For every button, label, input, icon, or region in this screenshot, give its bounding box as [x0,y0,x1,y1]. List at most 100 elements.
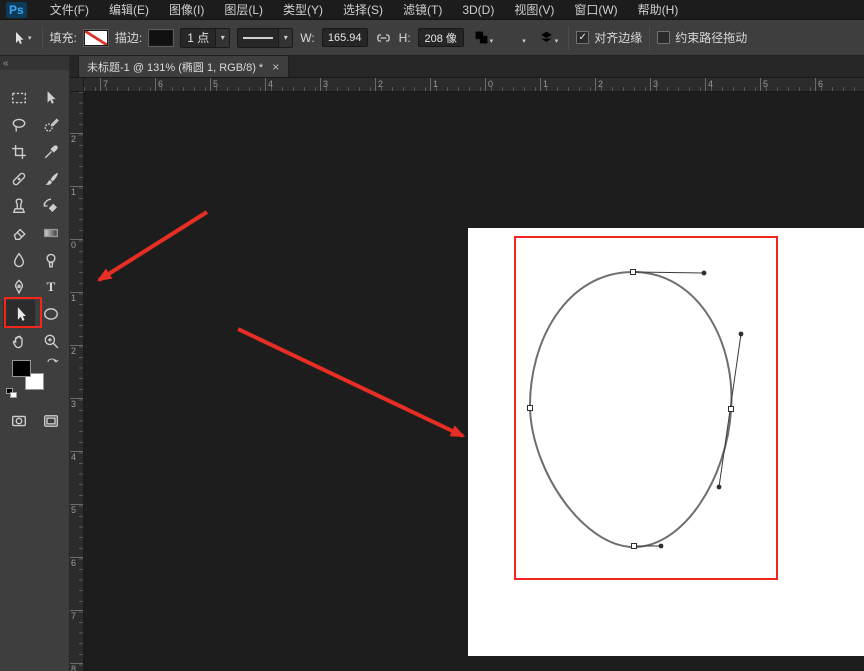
menu-item[interactable]: 帮助(H) [629,0,688,20]
chevron-down-icon: ▾ [489,38,494,45]
path-alignment-icon [508,33,520,42]
align-edges-checkbox[interactable]: ✓ [576,31,590,44]
stroke-style-dropdown[interactable]: ▾ [237,27,294,48]
tool-crop[interactable] [3,138,35,165]
chevron-down-icon[interactable]: ▾ [278,28,293,47]
default-colors-icon[interactable] [6,388,18,400]
ruler-label: 0 [70,239,83,250]
canvas-area[interactable]: 7 6 5 4 3 2 1 0 1 2 3 4 5 6 2 1 0 1 2 3 4 5 6 7 8 [70,78,864,671]
ruler-label: 4 [705,78,713,91]
tool-eyedropper[interactable] [35,138,67,165]
ruler-label: 2 [70,345,83,356]
tool-rectangular-marquee[interactable] [3,84,35,111]
chevron-down-icon[interactable]: ▾ [215,28,230,47]
width-field[interactable]: 165.94 [321,28,368,47]
close-icon[interactable]: × [271,61,280,73]
panel-header: « [0,56,69,70]
ruler-corner [70,78,84,92]
tool-hand[interactable] [3,327,35,354]
fill-label: 填充: [49,31,77,45]
menu-item[interactable]: 3D(D) [453,0,503,20]
ruler-label: 4 [70,451,83,462]
ellipse-shape-icon [44,307,58,320]
menu-item[interactable]: 图像(I) [160,0,213,20]
divider [41,25,43,50]
tool-move[interactable] [35,84,67,111]
tool-eraser[interactable] [3,219,35,246]
color-swatches [6,356,64,404]
stroke-width-dropdown[interactable]: 1 点 ▾ [180,27,231,48]
menu-item[interactable]: 文件(F) [41,0,98,20]
zoom-icon [44,334,59,348]
clone-stamp-icon [12,197,26,213]
ruler-label: 6 [70,557,83,568]
fill-swatch[interactable] [82,28,109,47]
move-icon [47,90,56,104]
path-alignment-button[interactable]: ▾ [503,28,529,47]
quick-mask-button[interactable] [3,408,35,434]
main-menu: 文件(F) 编辑(E) 图像(I) 图层(L) 类型(Y) 选择(S) 滤镜(T) 3D(D)… [41,0,688,20]
tool-brush[interactable] [35,165,67,192]
tool-lasso[interactable] [3,111,35,138]
menu-bar: Ps 文件(F) 编辑(E) 图像(I) 图层(L) 类型(Y) 选择(S) 滤镜(T) 3D… [0,0,864,20]
ruler-label: 5 [210,78,218,91]
path-selection-icon [17,306,26,321]
document-tab-bar: 未标题-1 @ 131% (椭圆 1, RGB/8) * × [70,55,864,78]
tool-ellipse-shape[interactable] [35,300,67,327]
constrain-drag-group[interactable]: ✓ 约束路径拖动 [657,29,747,46]
swap-colors-icon[interactable] [46,356,59,369]
eyedropper-icon [44,144,58,158]
blur-icon [13,252,25,267]
ruler-label: 2 [375,78,383,91]
ps-logo: Ps [6,1,27,18]
tool-dodge[interactable] [35,246,67,273]
rectangular-marquee-icon [12,92,26,103]
tool-zoom[interactable] [35,327,67,354]
height-label: H: [398,30,411,45]
screen-mode-icon [44,415,58,427]
constrain-drag-checkbox[interactable]: ✓ [657,31,671,44]
ruler-label: 3 [650,78,658,91]
menu-item[interactable]: 滤镜(T) [394,0,451,20]
ruler-label: 1 [70,292,83,303]
tool-history-brush[interactable] [35,192,67,219]
constrain-drag-label: 约束路径拖动 [675,31,748,45]
tool-pen[interactable] [3,273,35,300]
menu-item[interactable]: 类型(Y) [274,0,332,20]
quick-mask-icon [12,415,26,427]
menu-item[interactable]: 图层(L) [215,0,272,20]
horizontal-ruler[interactable]: 7 6 5 4 3 2 1 0 1 2 3 4 5 6 [84,78,864,92]
align-edges-group[interactable]: ✓ 对齐边缘 [576,29,642,46]
ruler-label: 7 [70,610,83,621]
path-operations-button[interactable]: ▾ [471,28,497,47]
collapse-panel-icon[interactable]: « [3,58,9,69]
history-brush-icon [43,198,57,212]
path-arrange-icon [540,31,552,42]
tool-clone-stamp[interactable] [3,192,35,219]
link-icon[interactable] [375,31,392,45]
stroke-swatch[interactable] [148,28,175,47]
tool-blur[interactable] [3,246,35,273]
tool-spot-healing-brush[interactable] [3,165,35,192]
ruler-label: 2 [595,78,603,91]
document-tab[interactable]: 未标题-1 @ 131% (椭圆 1, RGB/8) * × [78,55,290,77]
tool-quick-selection[interactable] [35,111,67,138]
lasso-icon [12,118,26,132]
tool-type[interactable]: T [35,273,67,300]
menu-item[interactable]: 视图(V) [505,0,563,20]
path-arrange-button[interactable]: ▾ [536,28,562,47]
chevron-down-icon: ▾ [522,38,526,45]
tools-grid: T [3,84,67,354]
menu-item[interactable]: 编辑(E) [100,0,158,20]
hand-icon [12,335,23,348]
foreground-color-swatch[interactable] [12,360,31,377]
height-field[interactable]: 208 像 [417,28,464,47]
screen-mode-button[interactable] [35,408,67,434]
menu-item[interactable]: 选择(S) [334,0,392,20]
menu-item[interactable]: 窗口(W) [565,0,626,20]
tool-gradient[interactable] [35,219,67,246]
tool-preset-picker[interactable]: ▾ [8,29,35,47]
vertical-ruler[interactable]: 2 1 0 1 2 3 4 5 6 7 8 [70,92,84,671]
ruler-label: 5 [760,78,768,91]
tool-path-selection[interactable] [3,300,35,327]
